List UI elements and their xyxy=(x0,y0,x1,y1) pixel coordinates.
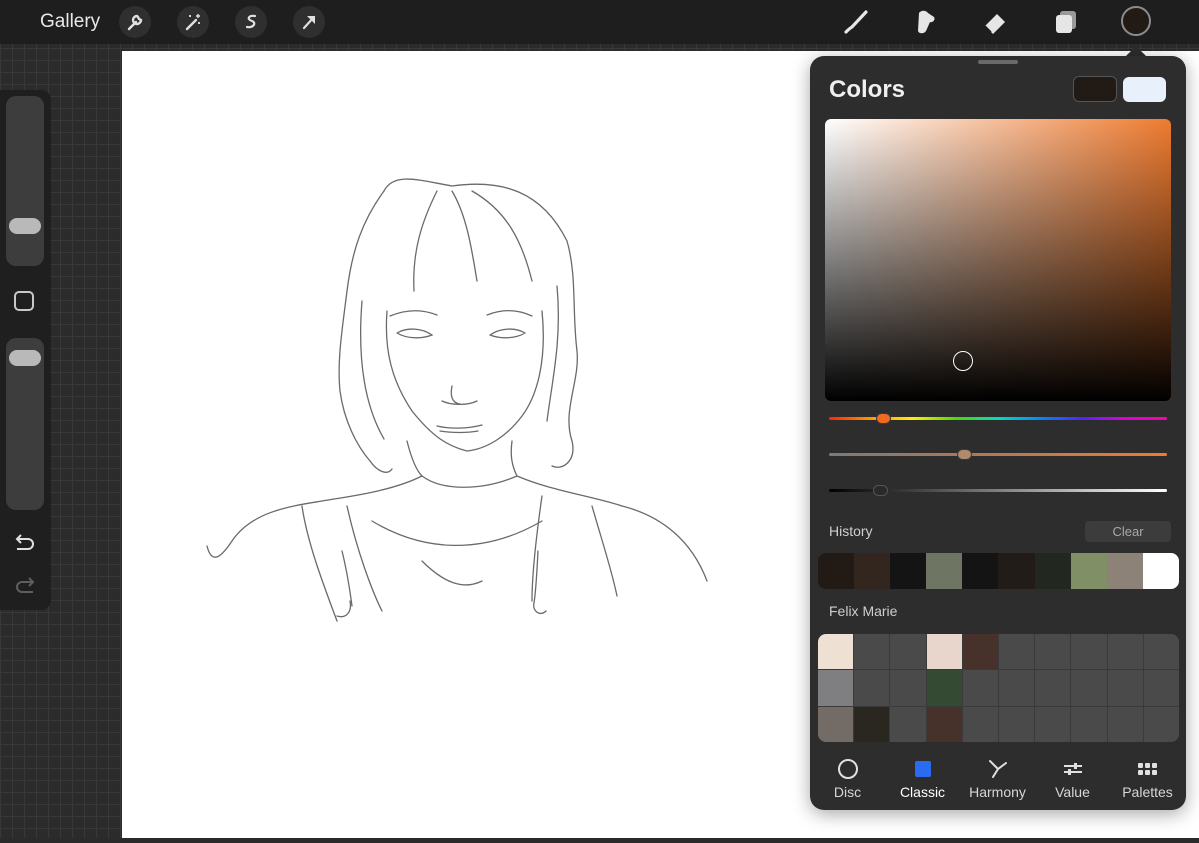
harmony-icon xyxy=(987,758,1009,780)
palette-swatch[interactable] xyxy=(818,634,854,670)
palette-swatch[interactable] xyxy=(854,706,890,742)
tab-value[interactable]: Value xyxy=(1035,748,1110,810)
opacity-slider[interactable] xyxy=(6,338,44,510)
saturation-knob[interactable] xyxy=(957,449,973,460)
panel-grabber[interactable] xyxy=(978,60,1018,64)
color-mode-tabs: Disc Classic Harmony Value Palettes xyxy=(810,748,1186,810)
palette-swatch[interactable] xyxy=(890,706,926,742)
current-color-button[interactable] xyxy=(1121,6,1151,36)
value-sliders-icon xyxy=(1062,758,1084,780)
panel-title: Colors xyxy=(829,76,906,103)
palette-swatch[interactable] xyxy=(1143,706,1179,742)
primary-color-swatch[interactable] xyxy=(1073,76,1117,102)
color-history xyxy=(818,553,1179,589)
secondary-color-swatch[interactable] xyxy=(1123,77,1166,102)
left-sidebar xyxy=(0,90,51,610)
tab-label: Value xyxy=(1055,784,1090,800)
color-palette xyxy=(818,634,1179,742)
opacity-knob[interactable] xyxy=(9,350,41,367)
brush-size-knob[interactable] xyxy=(9,218,41,235)
history-swatch[interactable] xyxy=(1070,553,1107,589)
palette-swatch[interactable] xyxy=(818,670,854,706)
transform-arrow-icon[interactable] xyxy=(293,6,325,38)
history-swatch[interactable] xyxy=(818,553,855,589)
selection-icon[interactable] xyxy=(235,6,267,38)
palette-swatch[interactable] xyxy=(1071,670,1107,706)
history-swatch[interactable] xyxy=(1106,553,1143,589)
tab-label: Palettes xyxy=(1122,784,1173,800)
undo-icon[interactable] xyxy=(13,533,37,558)
clear-history-button[interactable]: Clear xyxy=(1085,521,1171,542)
history-swatch[interactable] xyxy=(926,553,963,589)
history-swatch[interactable] xyxy=(998,553,1035,589)
history-swatch[interactable] xyxy=(890,553,927,589)
palette-swatch[interactable] xyxy=(890,670,926,706)
brightness-slider[interactable] xyxy=(829,485,1167,496)
tab-label: Classic xyxy=(899,784,946,800)
saturation-slider[interactable] xyxy=(829,449,1167,460)
saturation-brightness-picker[interactable] xyxy=(825,119,1171,401)
palette-swatch[interactable] xyxy=(962,670,998,706)
gallery-button[interactable]: Gallery xyxy=(40,11,100,33)
palette-swatch[interactable] xyxy=(1035,634,1071,670)
eraser-icon[interactable] xyxy=(978,5,1012,39)
palette-swatch[interactable] xyxy=(1143,670,1179,706)
tab-label: Disc xyxy=(833,784,862,800)
palette-swatch[interactable] xyxy=(854,670,890,706)
palette-swatch[interactable] xyxy=(890,634,926,670)
palette-swatch[interactable] xyxy=(1035,670,1071,706)
palette-swatch[interactable] xyxy=(962,706,998,742)
magic-wand-icon[interactable] xyxy=(177,6,209,38)
brush-icon[interactable] xyxy=(838,5,872,39)
color-picker-cursor[interactable] xyxy=(953,351,973,371)
brush-size-slider[interactable] xyxy=(6,96,44,266)
palette-swatch[interactable] xyxy=(962,634,998,670)
palette-swatch[interactable] xyxy=(999,670,1035,706)
palette-swatch[interactable] xyxy=(854,634,890,670)
history-swatch[interactable] xyxy=(854,553,891,589)
palette-swatch[interactable] xyxy=(1035,706,1071,742)
palettes-grid-icon xyxy=(1137,758,1159,780)
history-swatch[interactable] xyxy=(1034,553,1071,589)
palette-name: Felix Marie xyxy=(829,603,898,619)
hue-slider[interactable] xyxy=(829,413,1167,424)
wrench-icon[interactable] xyxy=(119,6,151,38)
palette-swatch[interactable] xyxy=(926,706,962,742)
history-swatch[interactable] xyxy=(962,553,999,589)
colors-panel: Colors History Clear Felix Marie Disc Cl… xyxy=(810,56,1186,810)
tab-palettes[interactable]: Palettes xyxy=(1110,748,1185,810)
palette-swatch[interactable] xyxy=(999,706,1035,742)
tab-disc[interactable]: Disc xyxy=(810,748,885,810)
modify-square-icon[interactable] xyxy=(14,291,34,311)
layers-icon[interactable] xyxy=(1049,5,1083,39)
tab-classic[interactable]: Classic xyxy=(885,748,960,810)
history-label: History xyxy=(829,523,873,539)
hue-knob[interactable] xyxy=(876,413,892,424)
palette-swatch[interactable] xyxy=(926,634,962,670)
palette-swatch[interactable] xyxy=(1143,634,1179,670)
palette-swatch[interactable] xyxy=(999,634,1035,670)
disc-icon xyxy=(837,758,859,780)
tab-harmony[interactable]: Harmony xyxy=(960,748,1035,810)
palette-swatch[interactable] xyxy=(926,670,962,706)
palette-swatch[interactable] xyxy=(1071,706,1107,742)
history-swatch[interactable] xyxy=(1142,553,1179,589)
palette-swatch[interactable] xyxy=(1107,670,1143,706)
brightness-knob[interactable] xyxy=(872,485,888,496)
palette-swatch[interactable] xyxy=(818,706,854,742)
smudge-icon[interactable] xyxy=(908,5,942,39)
classic-square-icon xyxy=(912,758,934,780)
palette-swatch[interactable] xyxy=(1107,706,1143,742)
palette-swatch[interactable] xyxy=(1107,634,1143,670)
palette-swatch[interactable] xyxy=(1071,634,1107,670)
redo-icon[interactable] xyxy=(13,576,37,601)
top-toolbar: Gallery xyxy=(0,0,1199,44)
tab-label: Harmony xyxy=(969,784,1026,800)
